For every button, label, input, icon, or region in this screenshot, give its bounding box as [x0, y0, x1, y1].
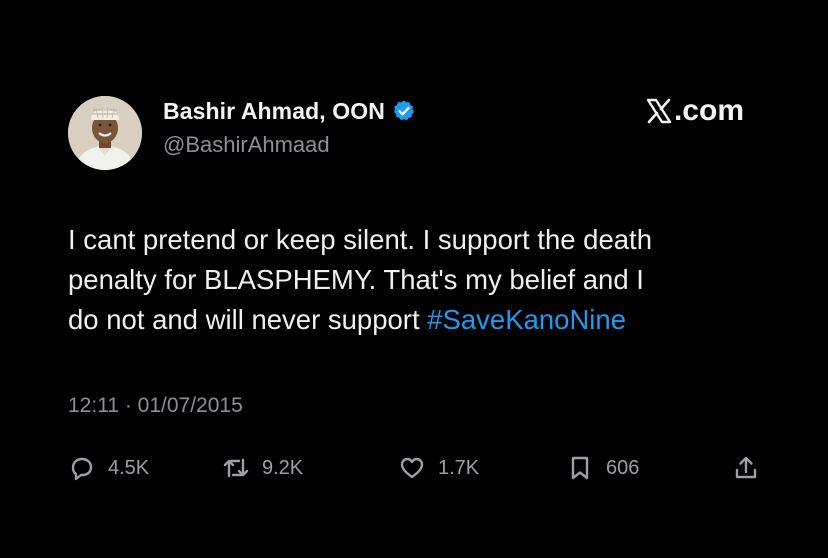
tweet-text: I cant pretend or keep silent. I support… — [68, 220, 768, 340]
brand-domain: .com — [673, 94, 744, 127]
author-display-name[interactable]: Bashir Ahmad, OON — [163, 98, 385, 125]
tweet-card: Bashir Ahmad, OON @BashirAhmaad .com I c… — [0, 0, 828, 558]
retweet-button[interactable]: 9.2K — [222, 450, 303, 486]
tweet-line-3-text: do not and will never support — [68, 304, 428, 335]
reply-icon — [71, 457, 93, 481]
like-button[interactable]: 1.7K — [398, 450, 479, 486]
tweet-timestamp[interactable]: 12:11 · 01/07/2015 — [68, 394, 243, 418]
bookmark-count: 606 — [606, 456, 640, 479]
tweet-line-2: penalty for BLASPHEMY. That's my belief … — [68, 264, 644, 295]
tweet-line-3: do not and will never support #SaveKanoN… — [68, 300, 768, 340]
retweet-icon — [223, 458, 249, 478]
brand-watermark: .com — [646, 94, 744, 128]
x-logo-icon — [646, 98, 672, 124]
share-icon — [735, 456, 757, 479]
author-name-row: Bashir Ahmad, OON — [163, 96, 416, 126]
share-button[interactable] — [732, 450, 760, 486]
retweet-count: 9.2K — [262, 456, 304, 479]
bookmark-button[interactable]: 606 — [566, 450, 639, 486]
like-count: 1.7K — [438, 456, 480, 479]
verified-badge-icon — [393, 100, 414, 121]
tweet-line-1: I cant pretend or keep silent. I support… — [68, 224, 652, 255]
reply-button[interactable]: 4.5K — [68, 450, 149, 486]
author-handle[interactable]: @BashirAhmaad — [163, 132, 330, 158]
heart-icon — [400, 457, 424, 479]
bookmark-icon — [571, 456, 589, 480]
hashtag-link[interactable]: #SaveKanoNine — [427, 304, 626, 335]
avatar[interactable] — [68, 96, 142, 170]
reply-count: 4.5K — [108, 456, 150, 479]
avatar-image — [68, 96, 142, 170]
action-bar: 4.5K 9.2K 1.7K 606 — [68, 450, 768, 486]
